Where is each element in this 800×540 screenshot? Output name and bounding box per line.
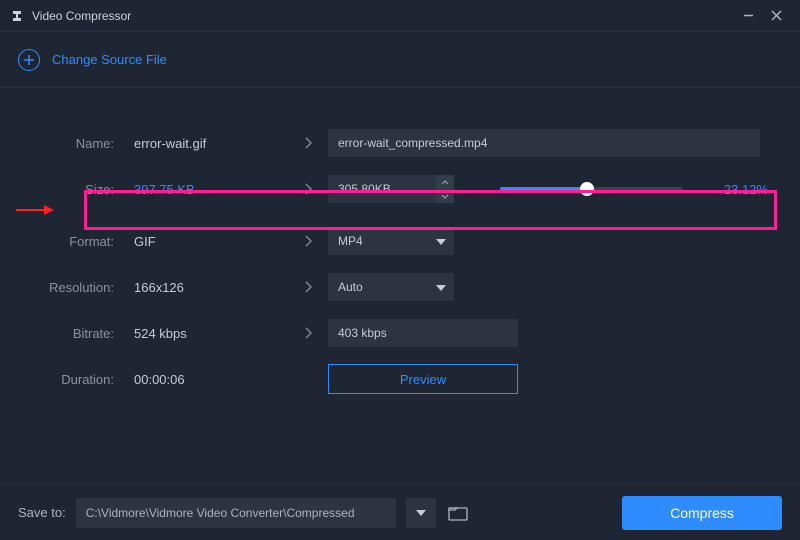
- change-source-link[interactable]: Change Source File: [52, 52, 167, 67]
- size-reduction-pct: -23.12%: [708, 182, 768, 197]
- name-row: Name: error-wait.gif: [0, 128, 800, 158]
- open-folder-button[interactable]: [446, 503, 470, 523]
- format-label: Format:: [0, 234, 128, 249]
- resolution-select[interactable]: Auto: [328, 273, 454, 301]
- size-row: Size: 397.75 KB -23.12%: [0, 174, 800, 204]
- resolution-label: Resolution:: [0, 280, 128, 295]
- chevron-right-icon: [288, 136, 328, 150]
- chevron-right-icon: [288, 182, 328, 196]
- preview-button[interactable]: Preview: [328, 364, 518, 394]
- bitrate-label: Bitrate:: [0, 326, 128, 341]
- chevron-right-icon: [288, 234, 328, 248]
- footer-bar: Save to: C:\Vidmore\Vidmore Video Conver…: [0, 484, 800, 540]
- bitrate-output: 403 kbps: [328, 319, 518, 347]
- close-button[interactable]: [762, 2, 790, 30]
- save-path-dropdown[interactable]: [406, 498, 436, 528]
- caret-down-icon: [436, 280, 446, 294]
- size-step-up[interactable]: [436, 175, 454, 189]
- duration-row: Duration: 00:00:06 Preview: [0, 364, 800, 394]
- title-bar: Video Compressor: [0, 0, 800, 32]
- format-value: GIF: [128, 234, 288, 249]
- format-select-value: MP4: [338, 234, 363, 248]
- format-select[interactable]: MP4: [328, 227, 454, 255]
- resolution-select-value: Auto: [338, 280, 363, 294]
- minimize-button[interactable]: [734, 2, 762, 30]
- chevron-right-icon: [288, 326, 328, 340]
- source-row: Change Source File: [0, 32, 800, 88]
- app-title: Video Compressor: [32, 9, 734, 23]
- duration-label: Duration:: [0, 372, 128, 387]
- size-slider[interactable]: [500, 187, 682, 191]
- size-value: 397.75 KB: [128, 182, 288, 197]
- caret-down-icon: [436, 234, 446, 248]
- chevron-right-icon: [288, 280, 328, 294]
- add-source-button[interactable]: [18, 49, 40, 71]
- duration-value: 00:00:06: [128, 372, 288, 387]
- save-to-label: Save to:: [18, 505, 66, 520]
- bitrate-value: 524 kbps: [128, 326, 288, 341]
- save-path-display[interactable]: C:\Vidmore\Vidmore Video Converter\Compr…: [76, 498, 396, 528]
- app-icon: [10, 9, 24, 23]
- size-step-down[interactable]: [436, 189, 454, 203]
- name-value: error-wait.gif: [128, 136, 288, 151]
- annotation-arrow: [16, 205, 54, 215]
- format-row: Format: GIF MP4: [0, 226, 800, 256]
- name-label: Name:: [0, 136, 128, 151]
- resolution-value: 166x126: [128, 280, 288, 295]
- size-label: Size:: [0, 182, 128, 197]
- output-name-input[interactable]: [328, 129, 760, 157]
- compress-button[interactable]: Compress: [622, 496, 782, 530]
- bitrate-row: Bitrate: 524 kbps 403 kbps: [0, 318, 800, 348]
- resolution-row: Resolution: 166x126 Auto: [0, 272, 800, 302]
